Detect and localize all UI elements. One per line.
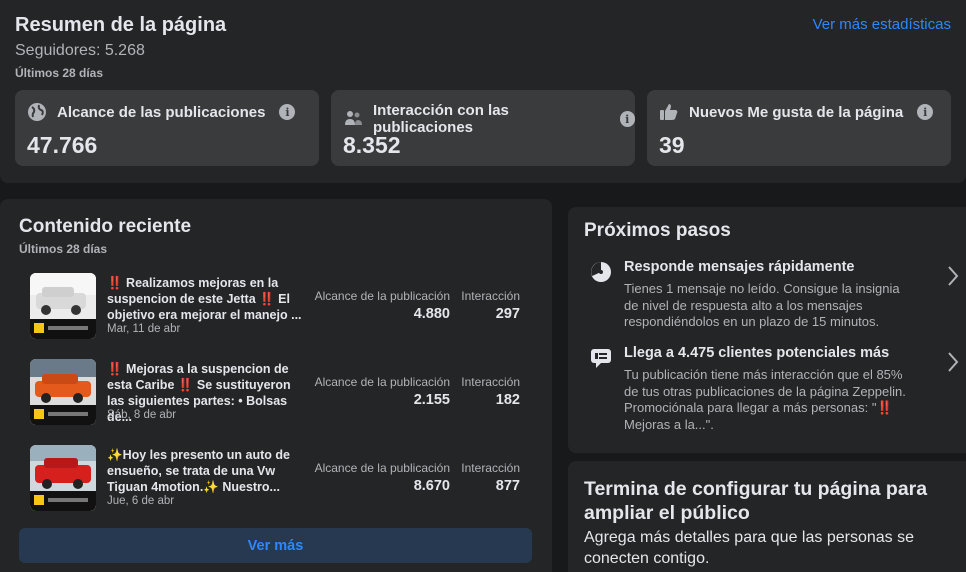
stat-value: 39: [659, 132, 685, 158]
step-description: Tienes 1 mensaje no leído. Consigue la i…: [624, 281, 900, 329]
setup-description: Agrega más detalles para que las persona…: [584, 529, 914, 567]
engagement-value: 297: [495, 306, 520, 322]
info-icon[interactable]: i: [279, 104, 296, 120]
engagement-label: Interacción: [461, 289, 520, 303]
stat-value: 8.352: [343, 132, 401, 158]
post-date: Jue, 6 de abr: [107, 495, 175, 507]
people-icon: [343, 109, 363, 129]
engagement-label: Interacción: [461, 461, 520, 475]
globe-icon: [27, 102, 47, 122]
page-summary-card: Resumen de la página Seguidores: 5.268 Ú…: [0, 0, 966, 183]
recent-period: Últimos 28 días: [19, 242, 108, 256]
info-icon[interactable]: i: [619, 111, 635, 127]
reach-label: Alcance de la publicación: [314, 289, 450, 303]
thumbs-up-icon: [659, 102, 679, 122]
post-row[interactable]: ‼️ Realizamos mejoras en la suspencion d…: [30, 273, 530, 339]
setup-title: Termina de configurar tu página para amp…: [584, 478, 928, 524]
stat-label: Alcance de las publicaciones: [57, 103, 266, 121]
followers-count: Seguidores: 5.268: [15, 42, 145, 59]
next-step-item[interactable]: Responde mensajes rápidamente Tienes 1 m…: [590, 259, 959, 329]
reach-value: 2.155: [413, 392, 450, 408]
recent-content-card: Contenido reciente Últimos 28 días ‼️ Re…: [0, 199, 552, 572]
post-thumbnail[interactable]: [30, 359, 96, 425]
more-stats-link[interactable]: Ver más estadísticas: [813, 16, 951, 33]
post-date: Sáb, 8 de abr: [107, 409, 177, 421]
next-steps-title: Próximos pasos: [584, 220, 731, 241]
post-thumbnail[interactable]: [30, 273, 96, 339]
next-steps-card: Próximos pasos Responde mensajes rápidam…: [568, 207, 966, 453]
reach-label: Alcance de la publicación: [314, 461, 450, 475]
stat-post-reach[interactable]: Alcance de las publicaciones i 47.766: [15, 90, 319, 166]
post-row[interactable]: ‼️ Mejoras a la suspencion de esta Carib…: [30, 359, 530, 425]
post-date: Mar, 11 de abr: [107, 323, 181, 335]
stat-new-likes[interactable]: Nuevos Me gusta de la página i 39: [647, 90, 951, 166]
engagement-value: 182: [495, 392, 520, 408]
summary-period: Últimos 28 días: [15, 66, 104, 80]
chevron-right-icon[interactable]: [946, 351, 960, 373]
reach-value: 4.880: [413, 306, 450, 322]
setup-page-card[interactable]: Termina de configurar tu página para amp…: [568, 461, 966, 572]
post-text: ‼️ Realizamos mejoras en la suspencion d…: [107, 276, 302, 322]
step-title: Responde mensajes rápidamente: [624, 259, 855, 275]
reach-label: Alcance de la publicación: [314, 375, 450, 389]
chevron-right-icon[interactable]: [946, 265, 960, 287]
response-clock-icon: [590, 261, 612, 283]
megaphone-icon: [590, 347, 612, 369]
step-title: Llega a 4.475 clientes potenciales más: [624, 345, 890, 361]
stat-label: Nuevos Me gusta de la página: [689, 103, 904, 121]
engagement-label: Interacción: [461, 375, 520, 389]
see-more-button[interactable]: Ver más: [19, 528, 532, 563]
summary-title: Resumen de la página: [15, 14, 227, 36]
stat-post-engagement[interactable]: Interacción con las publicaciones i 8.35…: [331, 90, 635, 166]
step-description: Tu publicación tiene más interacción que…: [624, 367, 906, 432]
stat-label: Interacción con las publicaciones: [373, 102, 509, 136]
engagement-value: 877: [495, 478, 520, 494]
post-text: ✨Hoy les presento un auto de ensueño, se…: [107, 448, 290, 494]
recent-title: Contenido reciente: [19, 216, 192, 237]
post-row[interactable]: ✨Hoy les presento un auto de ensueño, se…: [30, 445, 530, 511]
post-thumbnail[interactable]: [30, 445, 96, 511]
reach-value: 8.670: [413, 478, 450, 494]
info-icon[interactable]: i: [917, 104, 934, 120]
next-step-item[interactable]: Llega a 4.475 clientes potenciales más T…: [590, 345, 959, 435]
stat-value: 47.766: [27, 132, 98, 158]
